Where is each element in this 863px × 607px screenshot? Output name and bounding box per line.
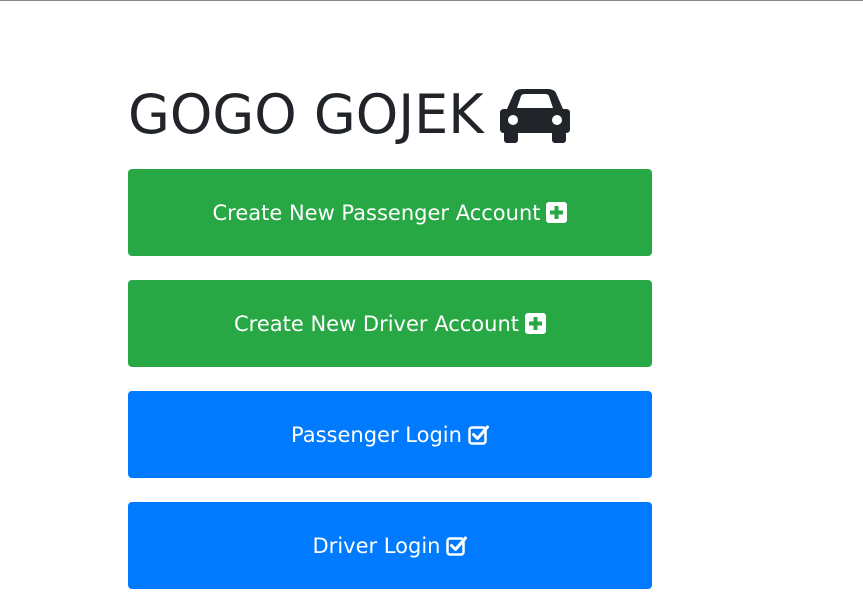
passenger-login-button[interactable]: Passenger Login: [128, 391, 652, 478]
top-border: [0, 0, 863, 1]
create-passenger-account-label: Create New Passenger Account: [212, 200, 541, 225]
page-title-text: GOGO GOJEK: [128, 83, 484, 146]
check-square-icon: [468, 425, 489, 445]
plus-square-icon: [525, 313, 547, 334]
create-passenger-account-button[interactable]: Create New Passenger Account: [128, 169, 652, 256]
create-driver-account-label: Create New Driver Account: [233, 311, 520, 336]
create-driver-account-button[interactable]: Create New Driver Account: [128, 280, 652, 367]
main-container: GOGO GOJEK Create New Passenger Account …: [128, 80, 652, 589]
passenger-login-label: Passenger Login: [291, 422, 462, 447]
driver-login-button[interactable]: Driver Login: [128, 502, 652, 589]
check-square-icon: [446, 536, 468, 556]
page-title: GOGO GOJEK: [128, 80, 652, 150]
car-icon: [499, 89, 570, 143]
plus-square-icon: [546, 202, 568, 223]
driver-login-label: Driver Login: [312, 533, 441, 558]
